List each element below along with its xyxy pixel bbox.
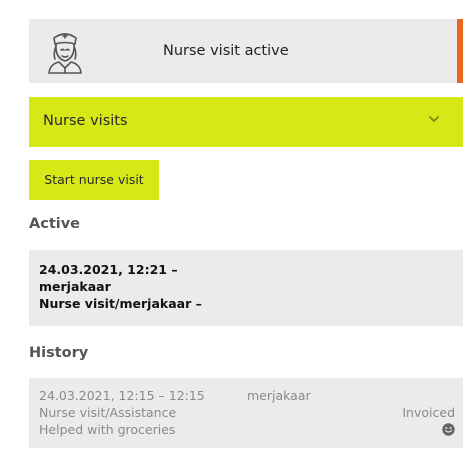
banner-title: Nurse visit active — [163, 43, 289, 59]
visit-note: Helped with groceries — [39, 422, 176, 437]
visit-title: Nurse visit/Assistance — [39, 405, 177, 420]
status-accent-stripe — [457, 19, 463, 83]
visit-title: Nurse visit/merjakaar – — [39, 296, 202, 311]
visit-user: merjakaar — [39, 279, 111, 294]
visit-time: 24.03.2021, 12:21 – — [39, 262, 178, 277]
active-visit-banner[interactable]: Nurse visit active — [29, 19, 463, 83]
visit-time: 24.03.2021, 12:15 – 12:15 — [39, 388, 205, 403]
history-heading: History — [29, 345, 89, 361]
active-visit-item[interactable]: 24.03.2021, 12:21 – merjakaar Nurse visi… — [29, 250, 463, 326]
active-heading: Active — [29, 216, 81, 232]
visit-user: merjakaar — [247, 388, 311, 403]
accordion-label: Nurse visits — [43, 113, 128, 129]
status-badge: Invoiced — [402, 405, 455, 420]
history-visit-item[interactable]: 24.03.2021, 12:15 – 12:15 merjakaar Nurs… — [29, 378, 463, 448]
smiley-icon — [442, 423, 455, 436]
nurse-visits-accordion[interactable]: Nurse visits — [29, 97, 463, 147]
chevron-down-icon[interactable] — [427, 112, 441, 126]
nurse-icon — [48, 33, 82, 74]
start-nurse-visit-button[interactable]: Start nurse visit — [29, 160, 159, 200]
